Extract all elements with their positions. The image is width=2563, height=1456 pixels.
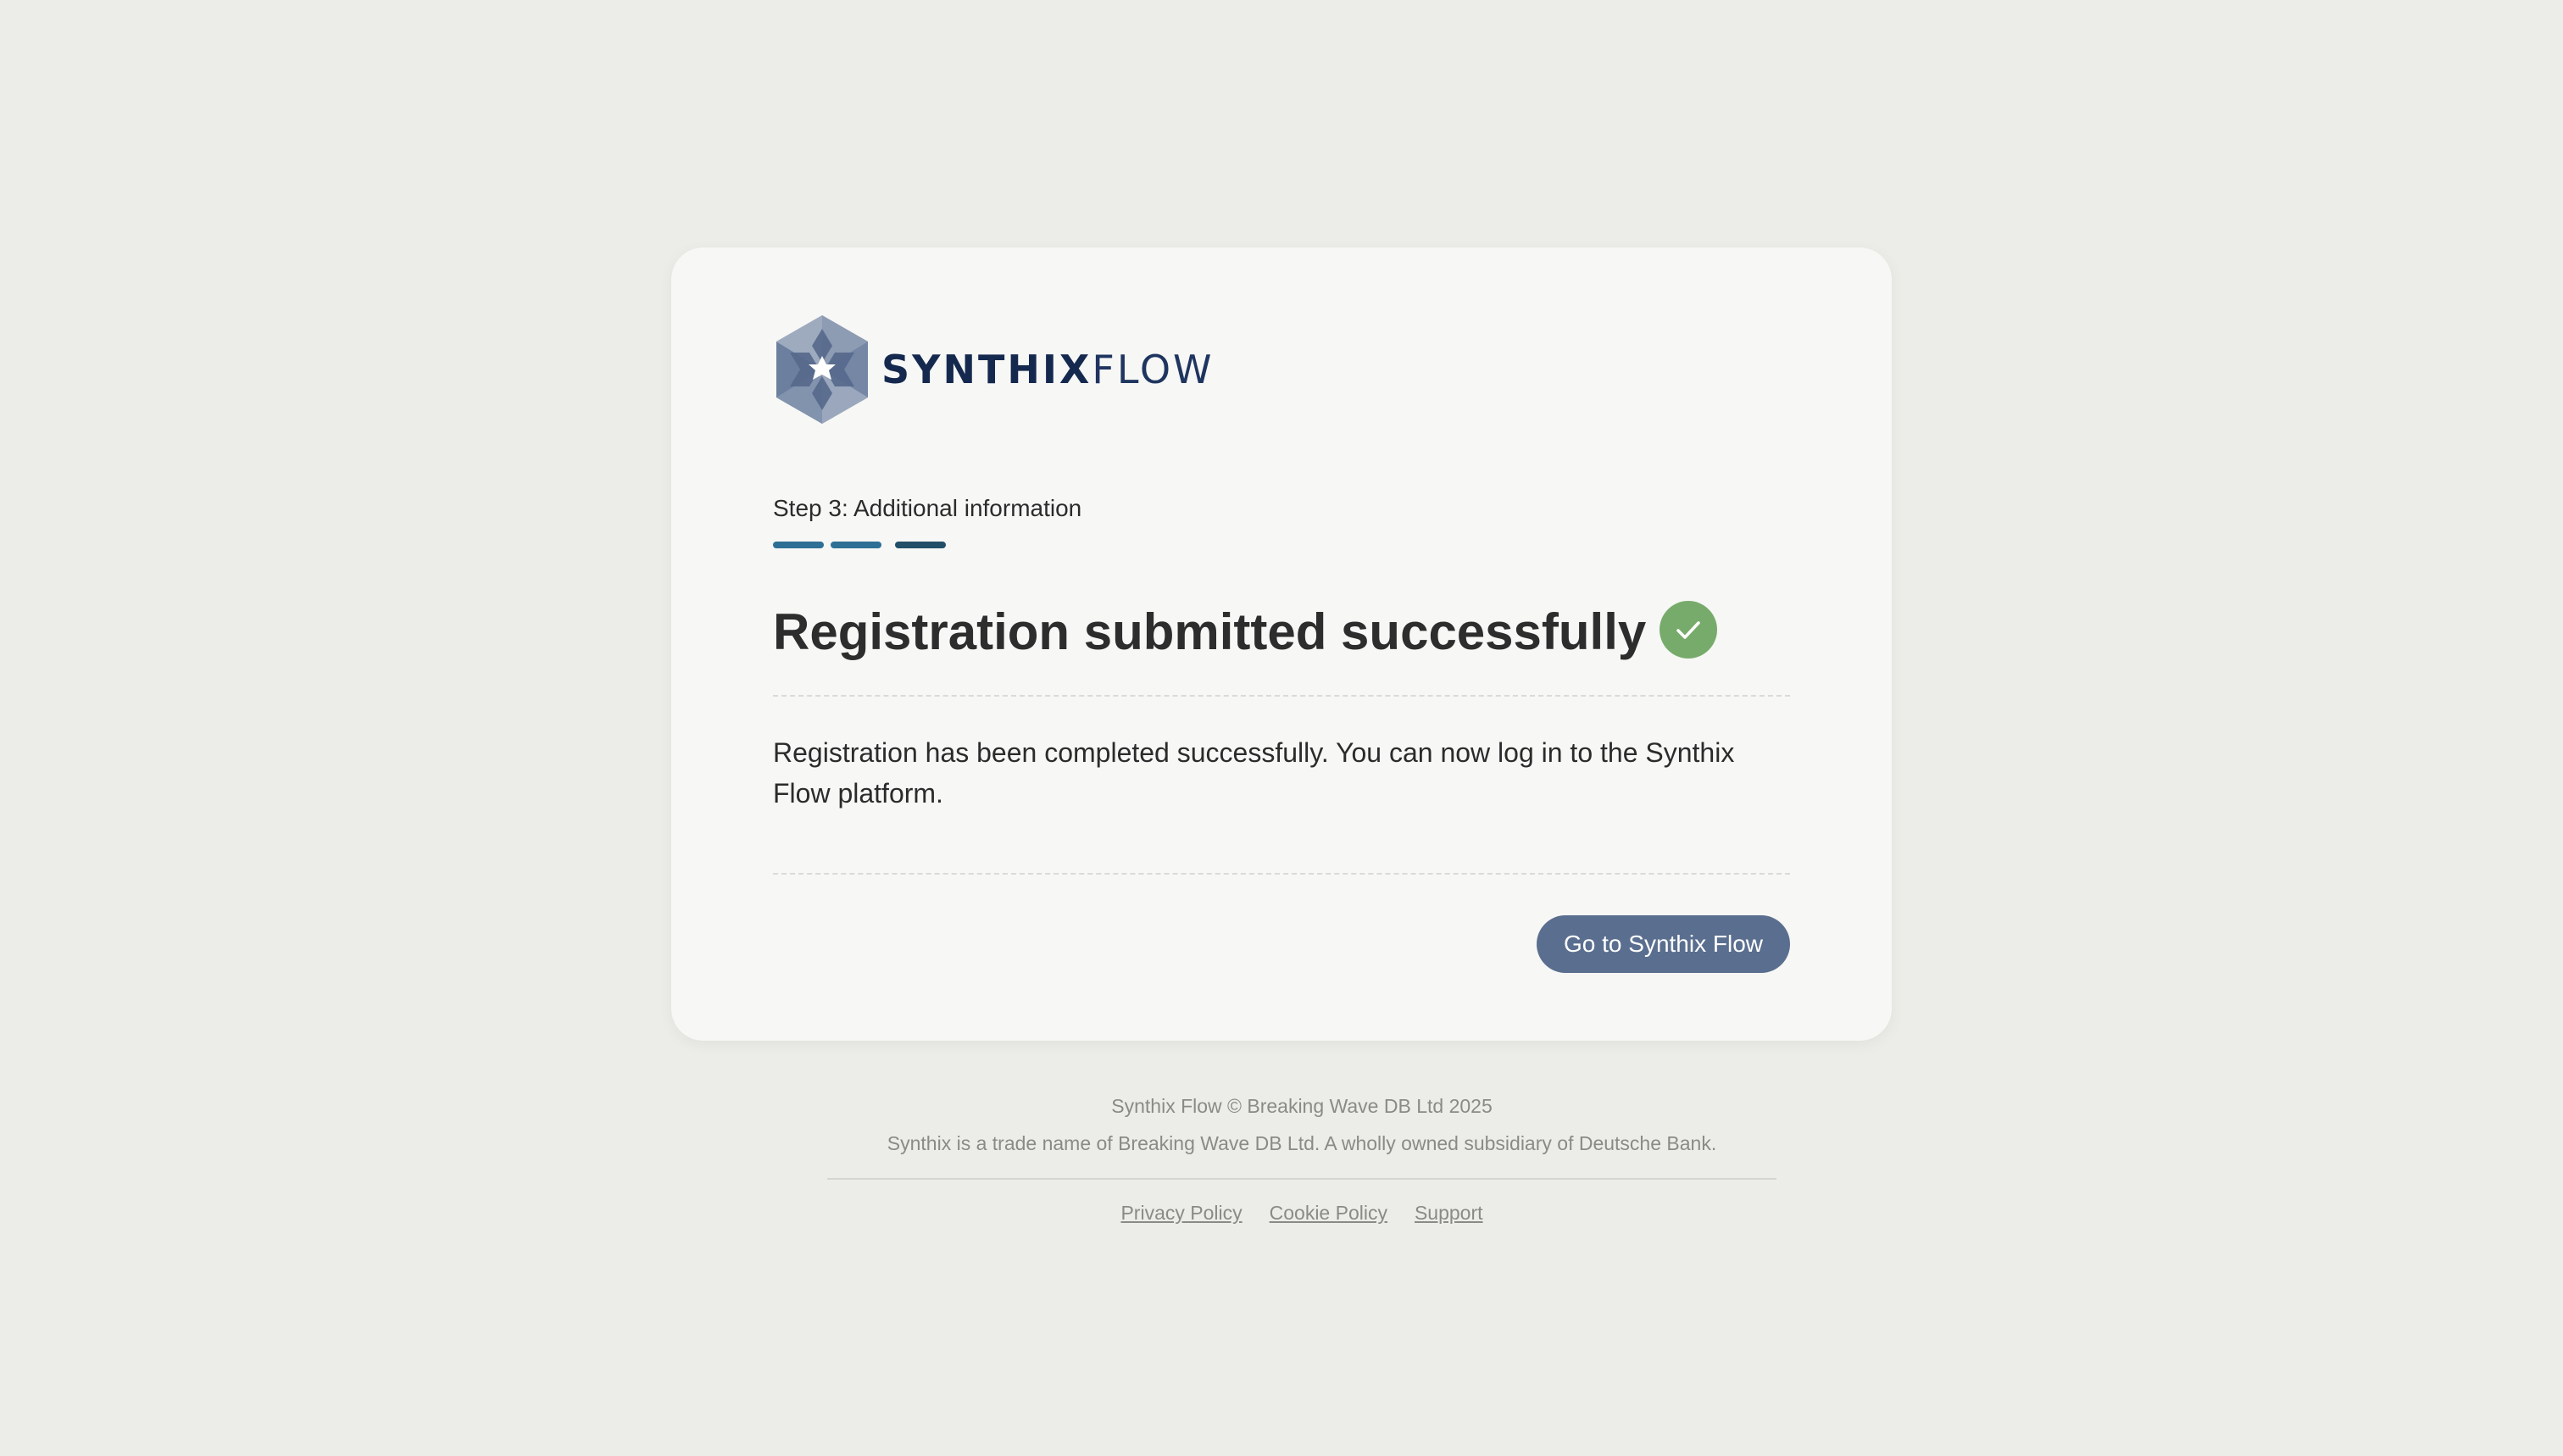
divider-top xyxy=(773,695,1790,697)
brand-name-strong: SYNTHIX xyxy=(881,347,1092,392)
brand-name-light: FLOW xyxy=(1092,347,1215,392)
progress-step-1 xyxy=(773,542,824,548)
step-progress xyxy=(773,542,946,548)
progress-step-2 xyxy=(831,542,881,548)
go-to-synthix-flow-button[interactable]: Go to Synthix Flow xyxy=(1537,915,1790,973)
synthix-flow-logo: SYNTHIXFLOW xyxy=(773,314,1215,425)
privacy-policy-link[interactable]: Privacy Policy xyxy=(1120,1202,1242,1225)
footer-legal: Synthix is a trade name of Breaking Wave… xyxy=(887,1132,1717,1154)
page-title: Registration submitted successfully xyxy=(773,603,1647,660)
footer-copyright: Synthix Flow © Breaking Wave DB Ltd 2025 xyxy=(1111,1095,1493,1117)
registration-card: SYNTHIXFLOW Step 3: Additional informati… xyxy=(671,247,1892,1041)
page-footer: Synthix Flow © Breaking Wave DB Ltd 2025… xyxy=(827,1093,1776,1225)
divider-bottom xyxy=(773,873,1790,875)
support-link[interactable]: Support xyxy=(1415,1202,1483,1225)
check-icon xyxy=(1660,601,1718,659)
synthix-hexagon-logo-icon xyxy=(776,315,868,424)
success-message: Registration has been completed successf… xyxy=(773,737,1735,809)
step-label: Step 3: Additional information xyxy=(773,495,1082,521)
footer-divider xyxy=(827,1178,1776,1180)
title-row: Registration submitted successfully xyxy=(773,601,1718,663)
cookie-policy-link[interactable]: Cookie Policy xyxy=(1270,1202,1387,1225)
progress-step-3 xyxy=(895,542,946,548)
brand-wordmark: SYNTHIXFLOW xyxy=(881,350,1215,389)
footer-links: Privacy Policy Cookie Policy Support xyxy=(827,1202,1776,1225)
